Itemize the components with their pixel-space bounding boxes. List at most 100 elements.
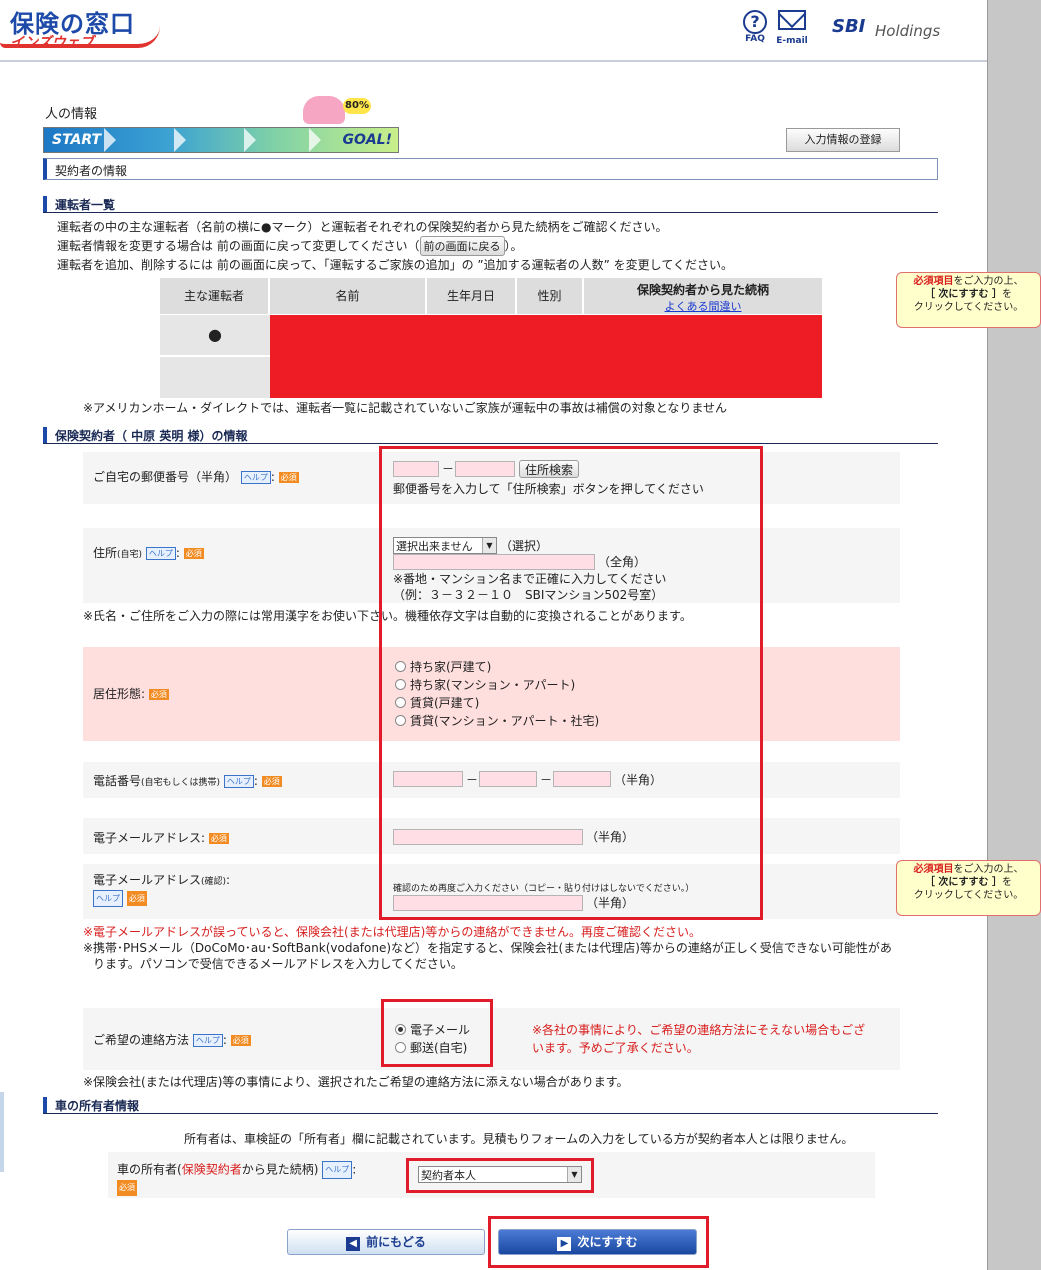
email-label-group: 電子メールアドレス: 必須 — [93, 829, 229, 846]
progress-bar: START GOAL! — [43, 127, 399, 153]
holdings-text: Holdings — [875, 22, 941, 40]
contact-label-group: ご希望の連絡方法 ヘルプ: 必須 — [93, 1033, 251, 1047]
scrollbar[interactable] — [987, 0, 1041, 1270]
email-confirm-label-group: 電子メールアドレス(確認): ヘルプ 必須 — [93, 873, 230, 907]
driver-row-empty — [160, 357, 270, 398]
owner-note: 所有者は、車検証の「所有者」欄に記載されています。見積もりフォームの入力をしてい… — [184, 1132, 854, 1146]
faq-link[interactable]: ? FAQ — [741, 10, 769, 44]
drivers-line1: 運転者の中の主な運転者（名前の横に●マーク）と運転者それぞれの保険契約者から見た… — [57, 220, 668, 234]
progress-goal: GOAL! — [342, 132, 392, 148]
owner-divider — [43, 1113, 938, 1114]
highlight-frame-owner — [406, 1158, 594, 1193]
arrow-left-icon: ◀ — [346, 1237, 361, 1251]
chevron-right-icon — [104, 128, 116, 152]
side-note-text3: を — [1002, 289, 1013, 300]
col-gender: 性別 — [517, 278, 584, 314]
owner-label-c: から見た続柄) — [241, 1162, 319, 1177]
help-link[interactable]: ヘルプ — [192, 1034, 223, 1047]
page-title: 人の情報 — [45, 107, 98, 122]
owner-label-a: 車の所有者( — [117, 1162, 182, 1177]
required-badge: 必須 — [278, 472, 299, 483]
drivers-line2-end: ）。 — [504, 239, 523, 253]
help-link[interactable]: ヘルプ — [223, 775, 254, 788]
help-link[interactable]: ヘルプ — [93, 890, 123, 907]
contact-method-label: ご希望の連絡方法 — [93, 1033, 190, 1047]
car-icon — [303, 96, 345, 124]
required-badge: 必須 — [208, 833, 229, 844]
owner-label-group: 車の所有者(保険契約者から見た続柄) ヘルプ: 必須 — [117, 1161, 356, 1196]
owner-label-b: 保険契約者 — [181, 1162, 242, 1177]
redacted-driver-info — [270, 315, 822, 398]
side-note-text1: をご入力の上、 — [953, 276, 1024, 287]
email-link[interactable]: E-mail — [775, 8, 809, 46]
back-to-previous-button[interactable]: 前の画面に戻る — [419, 236, 505, 256]
postal-label: ご自宅の郵便番号（半角） — [93, 470, 238, 484]
phone-label-small: (自宅もしくは携帯) — [141, 778, 221, 788]
side-note-text4: クリックしてください。 — [913, 890, 1024, 901]
email-note-2: ります。パソコンで受信できるメールアドレスを入力してください。 — [93, 957, 463, 971]
left-edge-bar — [0, 1092, 4, 1172]
register-input-button[interactable]: 入力情報の登録 — [786, 128, 900, 152]
sbi-text: SBI — [832, 16, 866, 37]
help-link[interactable]: ヘルプ — [322, 1161, 353, 1179]
contact-warning-2: います。予めご了承ください。 — [532, 1041, 699, 1055]
progress-start: START — [52, 132, 102, 148]
required-badge: 必須 — [230, 1035, 251, 1046]
highlight-frame-next — [488, 1216, 709, 1268]
drivers-line2-text: 運転者情報を変更する場合は 前の画面に戻って変更してください（ — [57, 239, 420, 253]
side-note-text1: をご入力の上、 — [953, 864, 1024, 875]
address-label: 住所 — [93, 546, 118, 560]
help-link[interactable]: ヘルプ — [240, 471, 271, 484]
back-button[interactable]: ◀ 前にもどる — [287, 1229, 485, 1255]
highlight-frame-holder-fields — [379, 446, 763, 920]
side-note-bold: 必須項目 — [913, 276, 954, 287]
residence-label: 居住形態: — [93, 687, 146, 701]
address-label-group: 住所(自宅) ヘルプ: 必須 — [93, 546, 204, 560]
required-hint-note: 必須項目をご入力の上、 ［ 次にすすむ ］を クリックしてください。 — [896, 272, 1041, 328]
postal-label-group: ご自宅の郵便番号（半角） ヘルプ: 必須 — [93, 470, 299, 484]
col-relationship: 保険契約者から見た続柄 よくある間違い — [584, 278, 822, 314]
chevron-right-icon — [244, 128, 256, 152]
contact-note: ※保険会社(または代理店)等の事情により、選択されたご希望の連絡方法に添えない場… — [83, 1075, 629, 1089]
contact-warning-1: ※各社の事情により、ご希望の連絡方法にそえない場合もござ — [532, 1023, 866, 1037]
header-divider — [0, 60, 987, 62]
email-label: E-mail — [776, 36, 808, 46]
residence-label-group: 居住形態: 必須 — [93, 685, 169, 702]
chevron-right-icon — [309, 128, 321, 152]
chevron-right-icon — [174, 128, 186, 152]
email-confirm-label: 電子メールアドレス — [93, 873, 202, 887]
contractor-section-title: 契約者の情報 — [43, 158, 938, 180]
drivers-table-header: 主な運転者 名前 生年月日 性別 保険契約者から見た続柄 よくある間違い — [160, 278, 822, 314]
required-badge: 必須 — [261, 776, 282, 787]
side-note-button-text: ［ 次にすすむ ］ — [924, 877, 1003, 888]
col-main-driver: 主な運転者 — [160, 278, 270, 314]
highlight-frame-contact — [381, 999, 493, 1067]
phone-label: 電話番号 — [93, 774, 142, 788]
col-name: 名前 — [270, 278, 427, 314]
main-driver-mark: ● — [160, 315, 270, 355]
sbi-logo: SBI — [832, 16, 865, 37]
side-note-text4: クリックしてください。 — [913, 302, 1024, 313]
drivers-line3: 運転者を追加、削除するには 前の画面に戻って、「運転するご家族の追加」の ”追加… — [57, 258, 733, 272]
required-hint-note-2: 必須項目をご入力の上、 ［ 次にすすむ ］を クリックしてください。 — [896, 860, 1041, 916]
col-birthdate: 生年月日 — [427, 278, 517, 314]
help-link[interactable]: ヘルプ — [145, 547, 176, 560]
email-note-1: ※携帯･PHSメール（DoCoMo･au･SoftBank(vodafone)な… — [83, 941, 892, 955]
col-relationship-label: 保険契約者から見た続柄 — [636, 283, 769, 297]
drivers-line2: 運転者情報を変更する場合は 前の画面に戻って変更してください（ 前の画面に戻る）。 — [57, 236, 523, 256]
faq-label: FAQ — [745, 34, 765, 44]
required-badge: 必須 — [126, 891, 147, 906]
drivers-note: ※アメリカンホーム・ダイレクトでは、運転者一覧に記載されていないご家族が運転中の… — [83, 401, 728, 415]
phone-label-group: 電話番号(自宅もしくは携帯) ヘルプ: 必須 — [93, 774, 282, 788]
drivers-divider — [43, 212, 938, 213]
holder-divider — [43, 443, 938, 444]
side-note-button-text: ［ 次にすすむ ］ — [924, 289, 1003, 300]
required-badge: 必須 — [183, 548, 204, 559]
address-label-small: (自宅) — [117, 550, 143, 560]
side-note-bold: 必須項目 — [913, 864, 954, 875]
holder-heading: 保険契約者（ 中原 英明 様）の情報 — [43, 427, 248, 444]
faq-mistakes-link[interactable]: よくある間違い — [584, 298, 822, 314]
drivers-heading: 運転者一覧 — [43, 196, 115, 213]
back-button-label: 前にもどる — [366, 1235, 426, 1249]
logo-subtitle: インズウェブ — [10, 35, 94, 51]
